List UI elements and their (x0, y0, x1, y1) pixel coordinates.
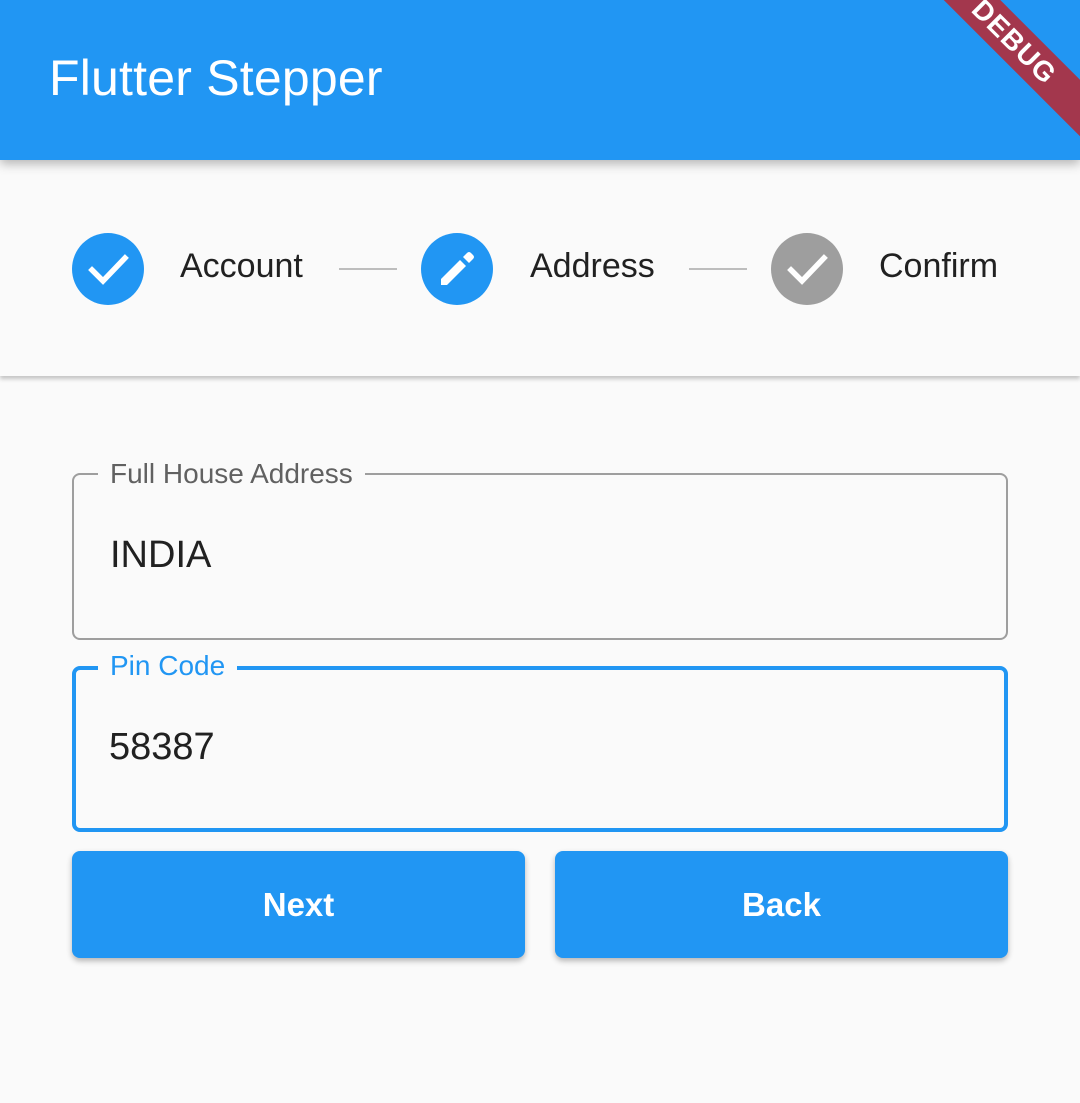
pin-code-field-label: Pin Code (98, 649, 238, 683)
step-content: Full House Address INDIA Pin Code 58387 … (0, 376, 1080, 1103)
back-button[interactable]: Back (555, 851, 1008, 958)
address-field-label: Full House Address (98, 457, 365, 491)
step-connector (339, 268, 397, 270)
edit-icon (441, 252, 474, 285)
step-account-label[interactable]: Account (180, 246, 303, 286)
app-screen: Flutter Stepper DEBUG Account Address Co… (0, 0, 1080, 1103)
next-button-label: Next (262, 886, 335, 923)
step-confirm-indicator[interactable] (771, 233, 843, 305)
step-confirm-label[interactable]: Confirm (879, 246, 998, 286)
step-connector (689, 268, 747, 270)
next-button[interactable]: Next (72, 851, 525, 958)
check-icon (88, 254, 129, 285)
pin-code-field[interactable]: Pin Code 58387 (72, 649, 1008, 832)
pin-code-field-value[interactable]: 58387 (109, 725, 215, 769)
step-account-indicator[interactable] (72, 233, 144, 305)
check-icon (787, 254, 828, 285)
stepper-header: Account Address Confirm (0, 160, 1080, 376)
address-field-value[interactable]: INDIA (110, 533, 211, 577)
address-field[interactable]: Full House Address INDIA (72, 457, 1008, 640)
app-bar-title: Flutter Stepper (49, 50, 383, 106)
back-button-label: Back (742, 886, 821, 923)
step-address-indicator[interactable] (421, 233, 493, 305)
step-address-label[interactable]: Address (530, 246, 655, 286)
app-bar: Flutter Stepper (0, 0, 1080, 160)
